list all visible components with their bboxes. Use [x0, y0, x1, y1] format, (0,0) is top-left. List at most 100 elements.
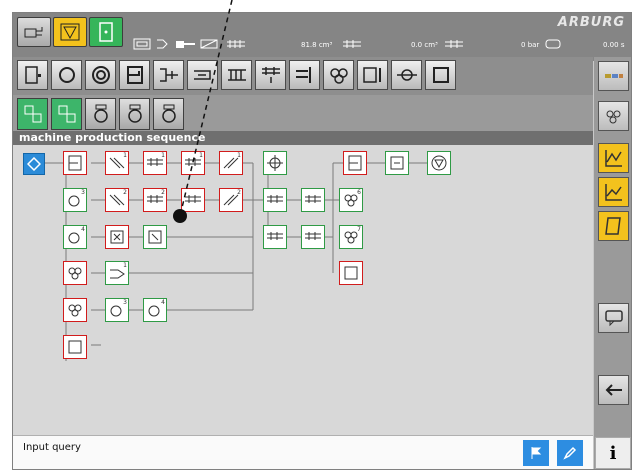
pencil-icon — [563, 446, 577, 460]
tool-mold[interactable] — [119, 60, 150, 90]
sensor-icon — [396, 69, 417, 81]
mold-icon — [133, 38, 151, 50]
sidebar-notes-button[interactable] — [598, 211, 629, 241]
step-end-frame[interactable] — [63, 335, 87, 359]
status-icon — [604, 74, 623, 78]
machine-icon — [24, 27, 43, 38]
step-core-out-2[interactable]: 2 — [219, 188, 243, 212]
mold-icon — [126, 66, 143, 84]
screw-icon — [305, 232, 321, 240]
right-sidebar — [594, 57, 631, 469]
machine-unit-icon — [24, 66, 41, 84]
section-title: machine production sequence — [19, 131, 206, 144]
sidebar-robot-button[interactable] — [598, 101, 629, 131]
tool-ejector[interactable] — [153, 60, 184, 90]
tool-sensor[interactable] — [391, 60, 422, 90]
screw-icon — [305, 195, 321, 203]
screw-icon — [267, 232, 283, 240]
warning-icon — [60, 23, 80, 41]
step-ejector[interactable] — [385, 151, 409, 175]
info-button[interactable]: i — [595, 437, 631, 469]
step-robot-6b[interactable] — [63, 261, 87, 285]
tool-nozzle[interactable] — [221, 60, 252, 90]
step-screw-2[interactable] — [301, 188, 325, 212]
screw-icon — [267, 195, 283, 203]
pressure-value: 0 bar — [521, 41, 540, 49]
graph-icon — [604, 150, 622, 167]
sequence-tool-3[interactable] — [85, 98, 116, 130]
step-mold-open[interactable] — [343, 151, 367, 175]
tool-frame[interactable] — [425, 60, 456, 90]
tool-machine[interactable] — [17, 60, 48, 90]
step-mold-close[interactable] — [63, 151, 87, 175]
ejector-back-icon — [148, 230, 162, 244]
tool-core-pull[interactable] — [187, 60, 218, 90]
sidebar-comment-button[interactable] — [598, 303, 629, 333]
alarm-button[interactable] — [53, 17, 87, 47]
step-robot-7[interactable]: 7 — [339, 225, 363, 249]
section-header: machine production sequence — [13, 131, 593, 145]
tool-holding-pressure[interactable] — [289, 60, 320, 90]
step-injection-1[interactable]: 1 — [143, 151, 167, 175]
step-robot-6[interactable]: 6 — [339, 188, 363, 212]
step-core-in-1[interactable]: 1 — [105, 151, 129, 175]
sequence-canvas: 1 1 1 1 3 2 2 2 6 4 7 1 3 4 — [13, 145, 593, 435]
tool-injection[interactable] — [255, 60, 286, 90]
flag-button[interactable] — [523, 440, 549, 466]
holding-pressure-icon — [445, 40, 463, 48]
step-core-in-2[interactable]: 2 — [105, 188, 129, 212]
holding-pressure-icon — [295, 67, 311, 83]
step-injection-4[interactable] — [181, 188, 205, 212]
step-end[interactable] — [427, 151, 451, 175]
frame-icon — [68, 340, 82, 354]
brand-logo: ARBURG — [557, 15, 625, 30]
production-button[interactable] — [89, 17, 123, 47]
sidebar-chart-button[interactable] — [598, 177, 629, 207]
sequence-tool-4[interactable] — [119, 98, 150, 130]
sequence-tool-5[interactable] — [153, 98, 184, 130]
tool-quality[interactable] — [357, 60, 388, 90]
tool-robot[interactable] — [323, 60, 354, 90]
sequence-start[interactable] — [23, 153, 45, 175]
machine-overview-button[interactable] — [17, 17, 51, 47]
dosing-volume-value: 81.8 cm³ — [301, 41, 333, 49]
frame-icon — [344, 266, 358, 280]
step-heating-4b[interactable]: 4 — [143, 298, 167, 322]
sequence-tool-1[interactable] — [17, 98, 48, 130]
machine-screen: ARBURG 81.8 cm³ 0.0 cm³ 0 bar 0.00 s mac… — [12, 12, 632, 470]
step-ejector-back[interactable] — [143, 225, 167, 249]
end-icon — [431, 155, 447, 171]
status-bar: 81.8 cm³ 0.0 cm³ 0 bar 0.00 s — [133, 36, 631, 54]
step-frame[interactable] — [339, 261, 363, 285]
ejector-icon — [390, 156, 404, 170]
cycle-step-icon — [161, 104, 176, 123]
tool-heating[interactable] — [85, 60, 116, 90]
sidebar-graph-button[interactable] — [598, 143, 629, 173]
mold-open-icon — [348, 155, 362, 171]
flag-icon — [531, 447, 542, 459]
step-core-out-1[interactable]: 1 — [219, 151, 243, 175]
sidebar-back-button[interactable] — [598, 375, 629, 405]
sequence-icon — [58, 105, 75, 123]
core-pull-icon — [193, 70, 211, 80]
ejector-icon — [159, 68, 178, 82]
ejector-icon — [176, 41, 195, 48]
step-screw-3[interactable] — [263, 225, 287, 249]
step-injection-3[interactable]: 2 — [143, 188, 167, 212]
step-heating-3b[interactable]: 3 — [105, 298, 129, 322]
step-screw-1[interactable] — [263, 188, 287, 212]
core-icon — [200, 39, 218, 49]
step-heating-3[interactable]: 3 — [63, 188, 87, 212]
step-screw-4[interactable] — [301, 225, 325, 249]
step-heating-4[interactable]: 4 — [63, 225, 87, 249]
sidebar-info-button[interactable] — [598, 61, 629, 91]
sequence-tool-2[interactable] — [51, 98, 82, 130]
step-ejector-forward[interactable] — [105, 225, 129, 249]
cycle-icon — [545, 39, 561, 49]
step-injection-2[interactable]: 1 — [181, 151, 205, 175]
step-cooling[interactable] — [263, 151, 287, 175]
edit-button[interactable] — [557, 440, 583, 466]
tool-cycle[interactable] — [51, 60, 82, 90]
step-nozzle[interactable]: 1 — [105, 261, 129, 285]
step-robot-7b[interactable] — [63, 298, 87, 322]
